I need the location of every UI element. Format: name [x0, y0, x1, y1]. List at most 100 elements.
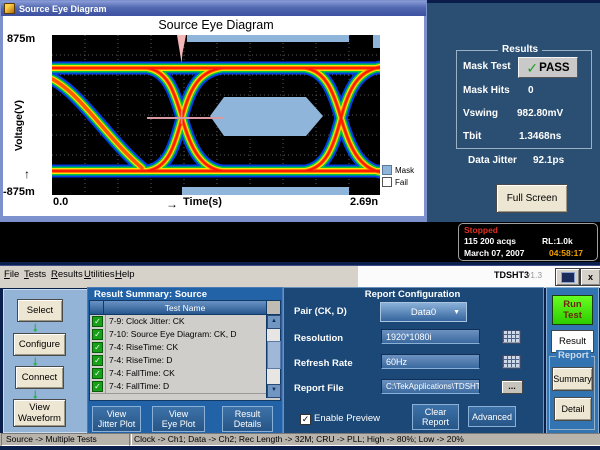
- status-source: Source -> Multiple Tests: [1, 433, 132, 446]
- table-row[interactable]: ✓ 7-4: FallTime: D: [90, 380, 266, 394]
- app-window: Results Mask Test ✓ PASS Mask Hits 0 Vsw…: [0, 0, 600, 450]
- test-name: 7-4: RiseTime: D: [105, 354, 266, 367]
- keyboard-icon-button[interactable]: [502, 330, 521, 344]
- dialog-client: Source Eye Diagram 875m Voltage(V) ↑ -87…: [3, 16, 424, 216]
- view-jitter-plot-button[interactable]: View Jitter Plot: [92, 406, 141, 432]
- eye-mask-hexagon: [210, 97, 323, 136]
- report-group-label: Report: [556, 350, 591, 361]
- report-file-field[interactable]: C:\TekApplications\TDSHT: [381, 379, 480, 394]
- advanced-button[interactable]: Advanced: [468, 406, 516, 427]
- refresh-rate-label: Refresh Rate: [294, 358, 353, 369]
- results-title: Results: [498, 44, 542, 55]
- table-row[interactable]: ✓ 7-4: RiseTime: CK: [90, 341, 266, 355]
- fail-legend-swatch: [382, 177, 392, 187]
- table-row[interactable]: ✓ 7-9: Clock Jitter: CK: [90, 315, 266, 329]
- menu-utilities[interactable]: Utilities: [84, 269, 115, 280]
- result-details-line2: Details: [234, 419, 262, 429]
- table-corner: [266, 301, 280, 315]
- acq-time: 04:58:17: [549, 248, 583, 258]
- resolution-label: Resolution: [294, 333, 343, 344]
- keyboard-icon-button[interactable]: [502, 355, 521, 369]
- table-row[interactable]: ✓ 7-4: RiseTime: D: [90, 354, 266, 368]
- fail-legend-label: Fail: [395, 178, 408, 187]
- y-axis-min-label: -875m: [3, 186, 35, 198]
- run-test-button[interactable]: Run Test: [552, 295, 593, 325]
- test-name-column-header: Test Name: [104, 301, 266, 315]
- acq-state: Stopped: [464, 225, 498, 235]
- resolution-field[interactable]: 1920*1080i: [381, 329, 480, 344]
- view-eye-line1: View: [169, 409, 188, 419]
- plot-title: Source Eye Diagram: [52, 18, 380, 32]
- view-eye-line2: Eye Plot: [162, 419, 196, 429]
- test-name: 7-4: RiseTime: CK: [105, 341, 266, 354]
- mask-test-label: Mask Test: [463, 61, 511, 72]
- scroll-thumb[interactable]: [267, 341, 281, 369]
- view-waveform-button[interactable]: View Waveform: [13, 399, 66, 427]
- select-button[interactable]: Select: [17, 299, 63, 322]
- legend-mask: Mask: [382, 165, 414, 175]
- configure-button[interactable]: Configure: [13, 333, 66, 356]
- pass-check-icon: ✓: [92, 329, 103, 340]
- test-name: 7-4: FallTime: CK: [105, 367, 266, 380]
- view-eye-plot-button[interactable]: View Eye Plot: [152, 406, 205, 432]
- eye-diagram-plot: [52, 35, 380, 195]
- hide-app-button[interactable]: [555, 268, 580, 286]
- app-logo-text: TDSHT3: [494, 270, 529, 280]
- clear-report-line1: Clear: [425, 407, 447, 417]
- result-details-button[interactable]: Result Details: [222, 406, 273, 432]
- data-jitter-label: Data Jitter: [468, 155, 517, 166]
- close-button[interactable]: x: [580, 268, 600, 286]
- pair-value: Data0: [411, 307, 436, 318]
- view-waveform-line2: Waveform: [18, 413, 61, 424]
- check-column-header: [90, 301, 104, 315]
- chevron-down-icon: ▼: [453, 309, 460, 316]
- clear-report-button[interactable]: Clear Report: [412, 404, 459, 430]
- app-switch-icon: [561, 272, 575, 283]
- scroll-up-icon[interactable]: ▲: [267, 315, 281, 329]
- test-name: 7-10: Source Eye Diagram: CK, D: [105, 328, 266, 341]
- menu-tests[interactable]: Tests: [24, 269, 46, 280]
- clear-report-line2: Report: [422, 417, 449, 427]
- pass-check-icon: ✓: [92, 355, 103, 366]
- tbit-label: Tbit: [463, 131, 481, 142]
- table-row[interactable]: ✓ 7-10: Source Eye Diagram: CK, D: [90, 328, 266, 342]
- x-axis-max-label: 2.69n: [350, 196, 378, 208]
- table-row[interactable]: ✓ 7-4: FallTime: CK: [90, 367, 266, 381]
- record-length: RL:1.0k: [542, 236, 573, 246]
- menu-file[interactable]: File: [4, 269, 19, 280]
- menu-help[interactable]: Help: [115, 269, 135, 280]
- close-icon: x: [588, 272, 593, 282]
- dialog-titlebar[interactable]: Source Eye Diagram: [1, 1, 426, 16]
- table-scrollbar[interactable]: ▲ ▼: [266, 315, 280, 398]
- refresh-rate-field[interactable]: 60Hz: [381, 354, 480, 369]
- detail-button[interactable]: Detail: [554, 397, 592, 421]
- connect-button[interactable]: Connect: [15, 366, 64, 389]
- enable-preview-checkbox[interactable]: ✓: [300, 414, 311, 425]
- pair-label: Pair (CK, D): [294, 306, 347, 317]
- test-table: Test Name ✓ 7-9: Clock Jitter: CK ✓ 7-10…: [89, 300, 281, 401]
- browse-button[interactable]: ...: [501, 380, 523, 394]
- scroll-down-icon[interactable]: ▼: [267, 384, 281, 398]
- eye-diagram-dialog: Source Eye Diagram Source Eye Diagram 87…: [0, 0, 427, 223]
- pass-check-icon: ✓: [92, 368, 103, 379]
- menu-results[interactable]: Results: [51, 269, 83, 280]
- view-jitter-line2: Jitter Plot: [98, 419, 136, 429]
- full-screen-button[interactable]: Full Screen: [496, 184, 568, 213]
- dialog-title: Source Eye Diagram: [19, 4, 107, 14]
- y-axis-arrow-icon: ↑: [24, 167, 30, 181]
- pass-check-icon: ✓: [92, 381, 103, 392]
- dialog-icon: [4, 3, 15, 14]
- test-name: 7-4: FallTime: D: [105, 380, 266, 393]
- pass-check-icon: ✓: [92, 316, 103, 327]
- status-bar: Source -> Multiple Tests Clock -> Ch1; D…: [0, 433, 600, 446]
- report-config-title: Report Configuration: [283, 289, 542, 300]
- mask-legend-swatch: [382, 165, 392, 175]
- pair-dropdown[interactable]: Data0 ▼: [380, 302, 467, 322]
- app-version: v1.3: [526, 270, 542, 280]
- result-details-line1: Result: [235, 409, 261, 419]
- run-test-line1: Run: [563, 299, 581, 310]
- summary-button[interactable]: Summary: [552, 367, 593, 391]
- x-axis-min-label: 0.0: [53, 196, 68, 208]
- tbit-value: 1.3468ns: [519, 131, 561, 142]
- mask-legend-label: Mask: [395, 166, 414, 175]
